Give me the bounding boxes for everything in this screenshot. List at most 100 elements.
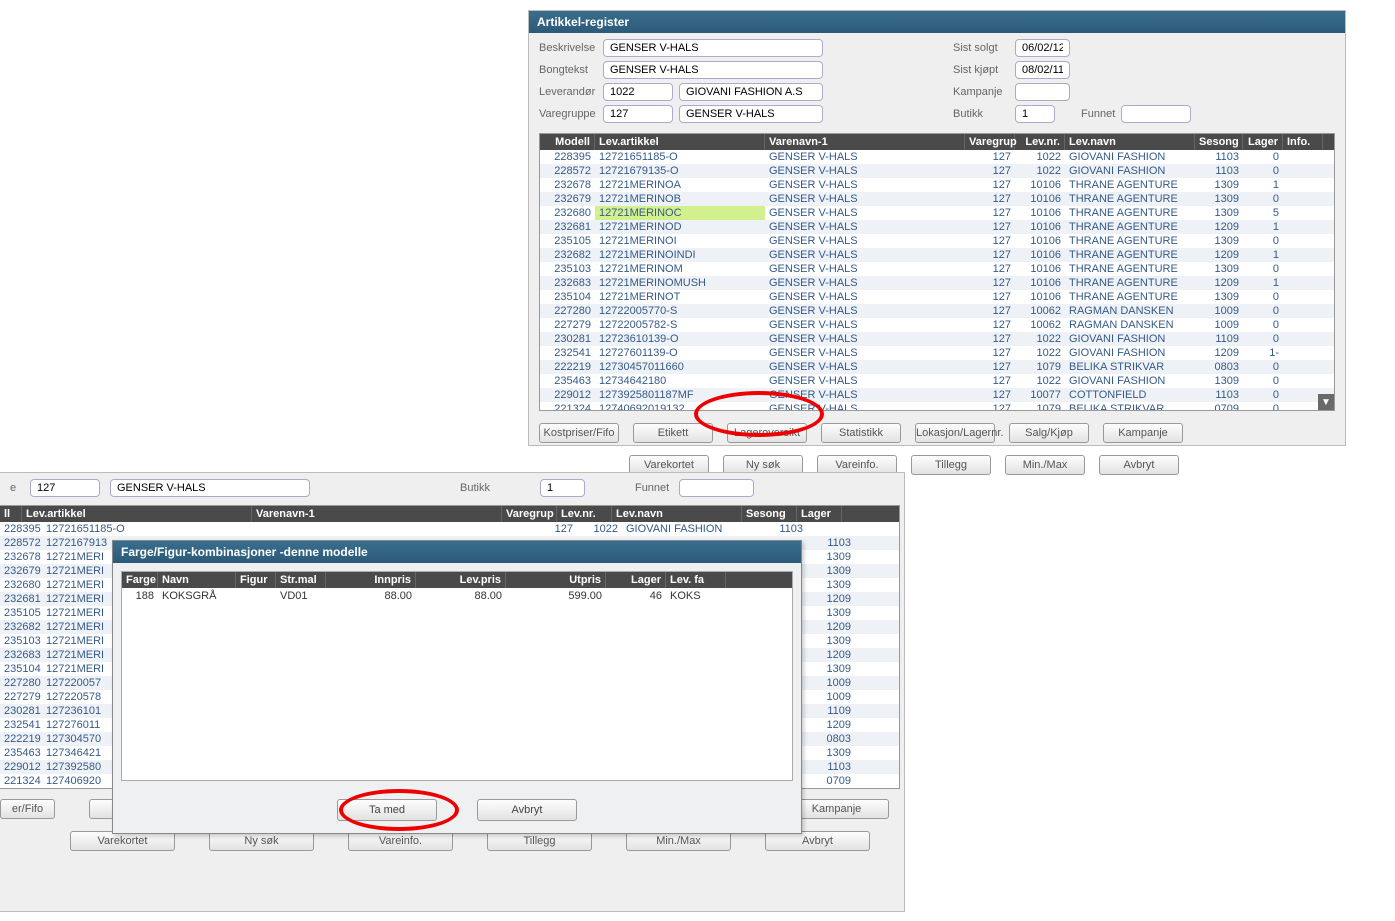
lokasjon-lagernr--button[interactable]: Lokasjon/Lagernr. (915, 423, 995, 443)
kampanje-input[interactable] (1015, 83, 1070, 101)
form-area: Beskrivelse Bongtekst Leverandør Varegru… (529, 33, 1345, 129)
leverandor-navn-input[interactable] (679, 83, 823, 101)
ny-s-k-button[interactable]: Ny søk (209, 831, 314, 851)
col-header[interactable]: Varegrup (502, 506, 557, 522)
table-row[interactable]: 22221912730457011660GENSER V-HALS1271079… (540, 360, 1334, 374)
table-row[interactable]: 23268012721MERINOCGENSER V-HALS12710106T… (540, 206, 1334, 220)
table-row[interactable]: 22839512721651185-OGENSER V-HALS1271022G… (540, 150, 1334, 164)
col-header[interactable]: Lev.nr. (557, 506, 612, 522)
table-row[interactable]: 22839512721651185-O1271022GIOVANI FASHIO… (0, 522, 899, 536)
sist-solgt-input[interactable] (1015, 39, 1070, 57)
table-row[interactable]: 23268212721MERINOINDIGENSER V-HALS127101… (540, 248, 1334, 262)
beskrivelse-input[interactable] (603, 39, 823, 57)
ta-med-button[interactable]: Ta med (337, 799, 437, 821)
table-row[interactable]: 23510412721MERINOTGENSER V-HALS12710106T… (540, 290, 1334, 304)
tillegg-button[interactable]: Tillegg (487, 831, 592, 851)
col-header[interactable]: Navn (158, 572, 236, 588)
salg-kj-p-button[interactable]: Salg/Kjøp (1009, 423, 1089, 443)
funnet-input[interactable] (1121, 105, 1191, 123)
table-row[interactable]: 22728012722005770-SGENSER V-HALS12710062… (540, 304, 1334, 318)
lageroversikt-button[interactable]: Lageroversikt (727, 423, 807, 443)
col-header[interactable]: Lev.nr. (1015, 134, 1065, 150)
leverandor-nr-input[interactable] (603, 83, 673, 101)
col-header[interactable]: Varegrup (965, 134, 1015, 150)
label-kampanje: Kampanje (953, 86, 1009, 98)
cell-levpris: 88.00 (416, 588, 506, 604)
table-row[interactable]: 23510312721MERINOMGENSER V-HALS12710106T… (540, 262, 1334, 276)
col-header[interactable]: Utpris (506, 572, 606, 588)
statistikk-button[interactable]: Statistikk (821, 423, 901, 443)
form-area-2: e Butikk Funnet (0, 473, 904, 503)
butikk-input-2[interactable] (540, 479, 585, 497)
varegruppe-nr-input[interactable] (603, 105, 673, 123)
table-row[interactable]: 2290121273925801187MFGENSER V-HALS127100… (540, 388, 1334, 402)
varegruppe-nr-input-2[interactable] (30, 479, 100, 497)
article-grid: ModellLev.artikkelVarenavn-1VaregrupLev.… (539, 133, 1335, 411)
col-header[interactable]: Sesong (742, 506, 797, 522)
col-header[interactable]: Lev.artikkel (22, 506, 252, 522)
varegruppe-navn-input[interactable] (679, 105, 823, 123)
modal-grid-header: FargeNavnFigurStr.malInnprisLev.prisUtpr… (122, 572, 792, 588)
modal-row[interactable]: 188 KOKSGRÅ VD01 88.00 88.00 599.00 46 K… (122, 588, 792, 604)
grid-body[interactable]: 22839512721651185-OGENSER V-HALS1271022G… (540, 150, 1334, 410)
er-fifo-button[interactable]: er/Fifo (0, 799, 55, 819)
label-varegruppe: Varegruppe (539, 108, 597, 120)
modal-title: Farge/Figur-kombinasjoner -denne modelle (113, 541, 801, 563)
table-row[interactable]: 23510512721MERINOIGENSER V-HALS12710106T… (540, 234, 1334, 248)
kampanje-button[interactable]: Kampanje (1103, 423, 1183, 443)
col-header[interactable]: Lager (606, 572, 666, 588)
table-row[interactable]: 23028112723610139-OGENSER V-HALS1271022G… (540, 332, 1334, 346)
varegruppe-navn-input-2[interactable] (110, 479, 310, 497)
label-sist-solgt: Sist solgt (953, 42, 1009, 54)
col-header[interactable]: Lev.navn (1065, 134, 1195, 150)
col-header[interactable]: Lev.artikkel (595, 134, 765, 150)
min-max-button[interactable]: Min./Max (626, 831, 731, 851)
avbryt-button[interactable]: Avbryt (1099, 455, 1179, 475)
funnet-input-2[interactable] (679, 479, 754, 497)
etikett-button[interactable]: Etikett (633, 423, 713, 443)
table-row[interactable]: 23267812721MERINOAGENSER V-HALS12710106T… (540, 178, 1334, 192)
col-header[interactable]: Lev.pris (416, 572, 506, 588)
col-header[interactable]: Lager (1243, 134, 1283, 150)
col-header[interactable]: Modell (540, 134, 595, 150)
cell-strmal: VD01 (276, 588, 326, 604)
cell-lager: 46 (606, 588, 666, 604)
table-row[interactable]: 22857212721679135-OGENSER V-HALS1271022G… (540, 164, 1334, 178)
butikk-input[interactable] (1015, 105, 1055, 123)
modal-grid: FargeNavnFigurStr.malInnprisLev.prisUtpr… (121, 571, 793, 781)
cell-farge: 188 (122, 588, 158, 604)
col-header[interactable]: Info. (1283, 134, 1323, 150)
col-header[interactable]: Str.mal (276, 572, 326, 588)
grid-header: ModellLev.artikkelVarenavn-1VaregrupLev.… (540, 134, 1334, 150)
min-max-button[interactable]: Min./Max (1005, 455, 1085, 475)
col-header[interactable]: Farge (122, 572, 158, 588)
cell-figur (236, 588, 276, 604)
tillegg-button[interactable]: Tillegg (911, 455, 991, 475)
col-header[interactable]: Varenavn-1 (765, 134, 965, 150)
table-row[interactable]: 22132412740692019132GENSER V-HALS1271079… (540, 402, 1334, 410)
table-row[interactable]: 23546312734642180GENSER V-HALS1271022GIO… (540, 374, 1334, 388)
col-header[interactable]: Lev.navn (612, 506, 742, 522)
avbryt-button[interactable]: Avbryt (477, 799, 577, 821)
sist-kjopt-input[interactable] (1015, 61, 1070, 79)
col-header[interactable]: Innpris (326, 572, 416, 588)
table-row[interactable]: 23254112727601139-OGENSER V-HALS1271022G… (540, 346, 1334, 360)
table-row[interactable]: 23267912721MERINOBGENSER V-HALS12710106T… (540, 192, 1334, 206)
col-header[interactable]: Varenavn-1 (252, 506, 502, 522)
vareinfo--button[interactable]: Vareinfo. (348, 831, 453, 851)
col-header[interactable]: ll (0, 506, 22, 522)
table-row[interactable]: 22727912722005782-SGENSER V-HALS12710062… (540, 318, 1334, 332)
table-row[interactable]: 23268112721MERINODGENSER V-HALS12710106T… (540, 220, 1334, 234)
col-header[interactable]: Sesong (1195, 134, 1243, 150)
scroll-down-icon[interactable]: ▼ (1318, 394, 1334, 410)
kostpriser-fifo-button[interactable]: Kostpriser/Fifo (539, 423, 619, 443)
col-header[interactable]: Figur (236, 572, 276, 588)
varekortet-button[interactable]: Varekortet (70, 831, 175, 851)
cell-utpris: 599.00 (506, 588, 606, 604)
avbryt-button[interactable]: Avbryt (765, 831, 870, 851)
bongtekst-input[interactable] (603, 61, 823, 79)
col-header[interactable]: Lager (797, 506, 842, 522)
col-header[interactable]: Lev. fa (666, 572, 726, 588)
cell-innpris: 88.00 (326, 588, 416, 604)
table-row[interactable]: 23268312721MERINOMUSHGENSER V-HALS127101… (540, 276, 1334, 290)
